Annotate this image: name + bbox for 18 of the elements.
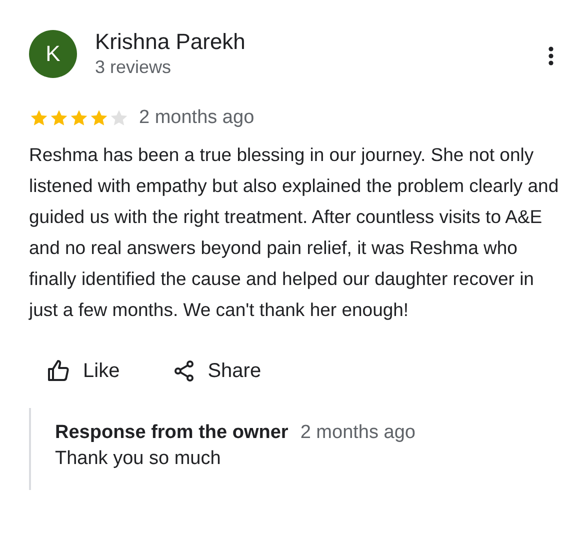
- share-button[interactable]: Share: [164, 355, 270, 387]
- filled-star-icon: [89, 108, 109, 128]
- reviewer-name[interactable]: Krishna Parekh: [95, 29, 548, 55]
- like-button[interactable]: Like: [39, 355, 128, 387]
- avatar: K: [29, 30, 77, 78]
- filled-star-icon: [69, 108, 89, 128]
- response-time: 2 months ago: [300, 422, 416, 444]
- review-count: 3 reviews: [95, 56, 172, 79]
- empty-star-icon: [109, 108, 129, 128]
- share-icon: [172, 359, 196, 383]
- more-options-icon[interactable]: [548, 46, 554, 66]
- review-time: 2 months ago: [139, 107, 254, 129]
- thumbs-up-icon: [47, 359, 71, 383]
- response-text: Thank you so much: [55, 448, 222, 470]
- filled-star-icon: [29, 108, 49, 128]
- review-text: Reshma has been a true blessing in our journey. She not only listened with empathy but also explained the problem clearly and guided us with the right treatment. After countless visits to A&E and no real answers beyond pain relief, it was Reshma who finally identified the cause and helped our daughter recover in just a few months. We can't thank her enough!: [29, 143, 560, 322]
- filled-star-icon: [49, 108, 69, 128]
- response-title: Response from the owner: [55, 422, 288, 444]
